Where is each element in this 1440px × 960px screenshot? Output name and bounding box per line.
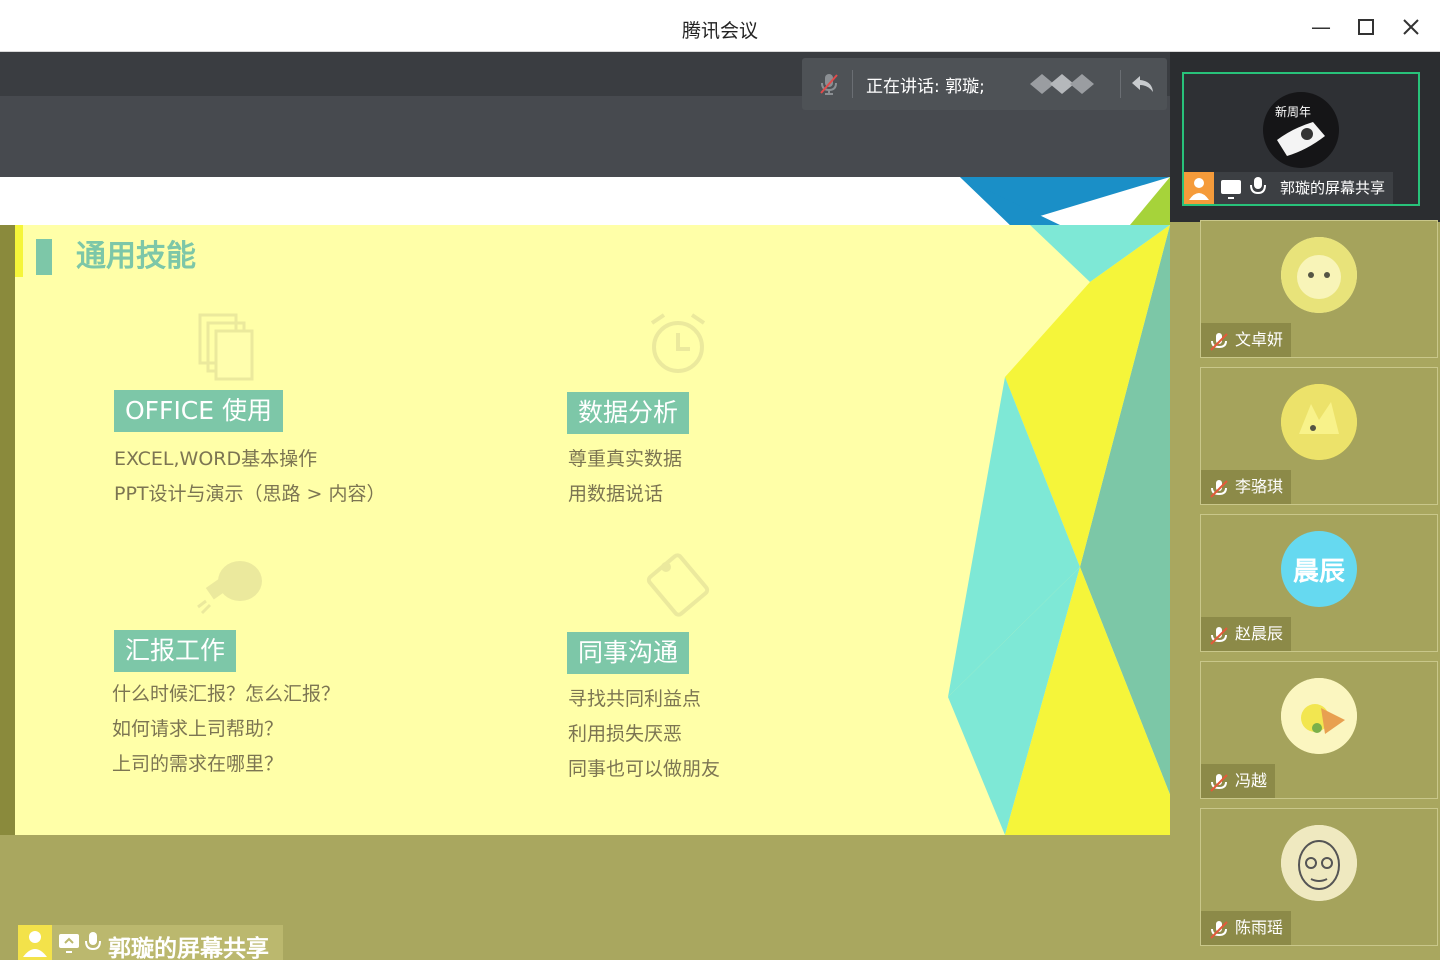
participant-tile[interactable]: 陈雨瑶 <box>1200 808 1438 946</box>
participant-name: 李骆琪 <box>1235 477 1284 496</box>
maximize-icon[interactable] <box>1353 14 1379 40</box>
mic-muted-icon <box>1209 477 1229 498</box>
section-tag-report: 汇报工作 <box>114 630 237 672</box>
participant-name-bar: 郭璇的屏幕共享 <box>1184 172 1394 204</box>
mic-icon <box>1250 176 1266 209</box>
participant-tile[interactable]: 晨辰 赵晨辰 <box>1200 514 1438 652</box>
avatar <box>1281 384 1357 460</box>
participant-panel: 新周年 郭璇的屏幕共享 文卓妍 李骆琪 晨辰 赵晨辰 冯越 陈雨瑶 <box>1170 52 1440 960</box>
section-item: PPT设计与演示（思路 > 内容） <box>114 483 386 505</box>
participant-tile[interactable]: 冯越 <box>1200 661 1438 799</box>
screen-share-label: 郭璇的屏幕共享 <box>18 925 283 960</box>
avatar-text: 新周年 <box>1275 104 1311 119</box>
screen-share-icon <box>58 933 80 957</box>
participant-name-bar: 李骆琪 <box>1201 470 1292 504</box>
divider <box>1120 70 1121 98</box>
avatar: 新周年 <box>1263 92 1339 168</box>
speaking-indicator: 正在讲话: 郭璇; <box>802 58 1167 110</box>
avatar <box>1281 237 1357 313</box>
mic-muted-icon[interactable] <box>818 72 840 100</box>
avatar: 晨辰 <box>1281 531 1357 607</box>
avatar <box>1281 825 1357 901</box>
tag-icon <box>646 553 710 617</box>
section-item: 利用损失厌恶 <box>568 723 683 745</box>
participant-tile[interactable]: 李骆琪 <box>1200 367 1438 505</box>
mic-muted-icon <box>1209 771 1229 792</box>
documents-icon <box>198 313 254 381</box>
participant-name-bar: 冯越 <box>1201 764 1276 798</box>
close-icon[interactable] <box>1398 14 1424 40</box>
section-item: 同事也可以做朋友 <box>568 758 721 780</box>
meeting-window: 腾讯会议 — 正在讲话: 郭璇; 通用技能 OFFICE 使用 EXCEL,WO… <box>0 0 1440 960</box>
alarm-clock-icon <box>650 313 706 373</box>
participant-name: 郭璇的屏幕共享 <box>1280 179 1386 197</box>
slide-heading: 通用技能 <box>76 239 196 274</box>
title-bar: 腾讯会议 — <box>0 0 1440 52</box>
section-item: 上司的需求在哪里？ <box>112 753 284 775</box>
divider <box>852 70 853 98</box>
avatar <box>1281 678 1357 754</box>
speaking-text: 正在讲话: 郭璇; <box>866 77 985 97</box>
user-icon <box>1184 172 1214 204</box>
blurred-names <box>1030 74 1094 94</box>
minimize-icon[interactable]: — <box>1308 14 1334 40</box>
window-title: 腾讯会议 <box>681 20 758 42</box>
participant-name: 文卓妍 <box>1235 330 1284 349</box>
section-item: 什么时候汇报？怎么汇报？ <box>112 683 341 705</box>
screen-share-name: 郭璇的屏幕共享 <box>108 936 269 960</box>
participant-name: 陈雨瑶 <box>1235 918 1284 937</box>
section-item: 如何请求上司帮助？ <box>112 718 284 740</box>
participant-name: 赵晨辰 <box>1235 624 1284 643</box>
participant-name-bar: 文卓妍 <box>1201 323 1292 357</box>
section-tag-data: 数据分析 <box>567 392 690 434</box>
section-item: EXCEL,WORD基本操作 <box>114 448 318 470</box>
avatar-text: 晨辰 <box>1292 556 1345 587</box>
section-item: 寻找共同利益点 <box>568 688 702 710</box>
participant-name-bar: 赵晨辰 <box>1201 617 1292 651</box>
section-item: 用数据说话 <box>568 483 664 505</box>
mic-muted-icon <box>1209 918 1229 939</box>
section-item: 尊重真实数据 <box>568 448 683 470</box>
screen-share-icon <box>1220 178 1242 210</box>
mic-muted-icon <box>1209 624 1229 645</box>
participant-tile[interactable]: 文卓妍 <box>1200 220 1438 358</box>
mic-icon <box>84 931 102 959</box>
section-tag-office: OFFICE 使用 <box>114 390 284 432</box>
participant-tile-active[interactable]: 新周年 郭璇的屏幕共享 <box>1182 72 1420 206</box>
reply-icon[interactable] <box>1130 72 1156 100</box>
lightbulb-icon <box>197 561 262 615</box>
user-icon <box>18 925 52 960</box>
section-tag-colleague: 同事沟通 <box>567 632 690 674</box>
shared-screen-slide: 通用技能 OFFICE 使用 EXCEL,WORD基本操作 PPT设计与演示（思… <box>0 177 1186 835</box>
mic-muted-icon <box>1209 330 1229 351</box>
participant-name-bar: 陈雨瑶 <box>1201 911 1292 945</box>
participant-name: 冯越 <box>1235 771 1268 790</box>
